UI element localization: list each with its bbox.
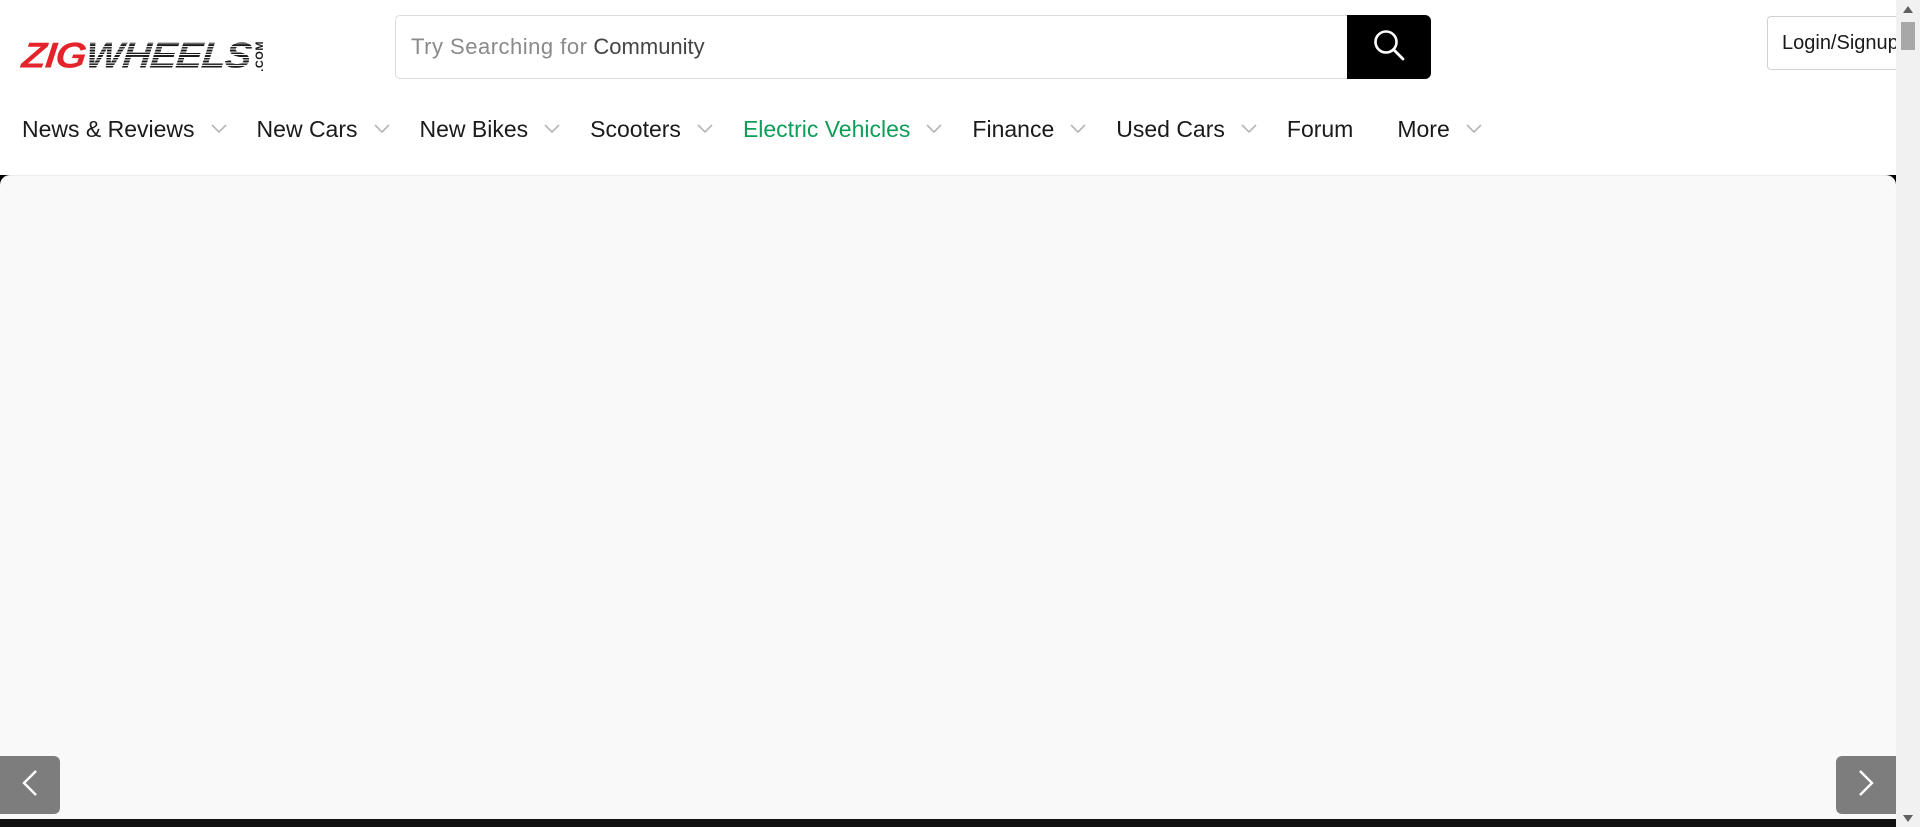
search-input[interactable]: Try Searching for Community <box>395 15 1347 79</box>
nav-item-label: Scooters <box>590 115 681 142</box>
page-scrollbar[interactable] <box>1896 0 1920 827</box>
chevron-down-icon <box>1466 124 1482 134</box>
site-logo[interactable]: ZIGWHEELS .COM <box>19 34 266 78</box>
nav-item-label: Used Cars <box>1116 115 1225 142</box>
search-placeholder-prefix: Try Searching for <box>411 34 588 59</box>
nav-item-news-reviews[interactable]: News & Reviews <box>22 116 227 143</box>
scroll-down-arrow-icon[interactable] <box>1896 809 1920 827</box>
nav-item-label: Electric Vehicles <box>742 115 911 142</box>
nav-item-new-bikes[interactable]: New Bikes <box>420 116 561 143</box>
chevron-down-icon <box>1241 124 1257 134</box>
page: ZIGWHEELS .COM Try Searching for Communi… <box>0 0 1920 827</box>
chevron-down-icon <box>1070 124 1086 134</box>
chevron-down-icon <box>210 124 227 134</box>
nav-item-label: More <box>1397 115 1450 142</box>
nav-item-electric-vehicles[interactable]: Electric Vehicles <box>743 116 942 143</box>
banner-bottom-strip <box>0 819 1896 827</box>
nav-item-label: Finance <box>972 115 1055 142</box>
nav-item-label: New Cars <box>256 115 358 142</box>
scrollbar-thumb[interactable] <box>1901 22 1915 50</box>
chevron-down-icon <box>926 124 942 134</box>
scroll-up-arrow-icon[interactable] <box>1896 0 1920 18</box>
carousel-next-button[interactable] <box>1836 756 1896 814</box>
search-icon <box>1372 28 1406 67</box>
search-suggestion: Community <box>593 34 705 59</box>
main-nav: News & Reviews New Cars New Bikes Scoote… <box>22 108 1482 150</box>
nav-item-new-cars[interactable]: New Cars <box>257 116 390 143</box>
carousel-prev-button[interactable] <box>0 756 60 814</box>
search-bar: Try Searching for Community <box>395 15 1431 79</box>
nav-item-used-cars[interactable]: Used Cars <box>1116 116 1257 143</box>
nav-item-scooters[interactable]: Scooters <box>590 116 713 143</box>
nav-item-more[interactable]: More <box>1397 115 1482 143</box>
nav-item-label: News & Reviews <box>22 115 195 142</box>
chevron-down-icon <box>697 124 713 134</box>
chevron-right-icon <box>1856 769 1876 802</box>
nav-item-finance[interactable]: Finance <box>972 116 1086 143</box>
search-button[interactable] <box>1347 15 1431 79</box>
login-signup-button[interactable]: Login/Signup <box>1767 16 1907 70</box>
nav-item-label: New Bikes <box>419 115 529 142</box>
nav-item-forum[interactable]: Forum <box>1287 116 1353 143</box>
logo-zig: ZIG <box>19 36 88 76</box>
logo-suffix: .COM <box>253 40 266 72</box>
chevron-down-icon <box>544 124 560 134</box>
hero-banner <box>0 175 1896 821</box>
chevron-left-icon <box>20 769 40 802</box>
logo-wordmark: ZIGWHEELS <box>19 36 253 76</box>
nav-item-label: Forum <box>1286 115 1354 142</box>
logo-wheels: WHEELS <box>83 36 253 76</box>
chevron-down-icon <box>373 124 390 134</box>
